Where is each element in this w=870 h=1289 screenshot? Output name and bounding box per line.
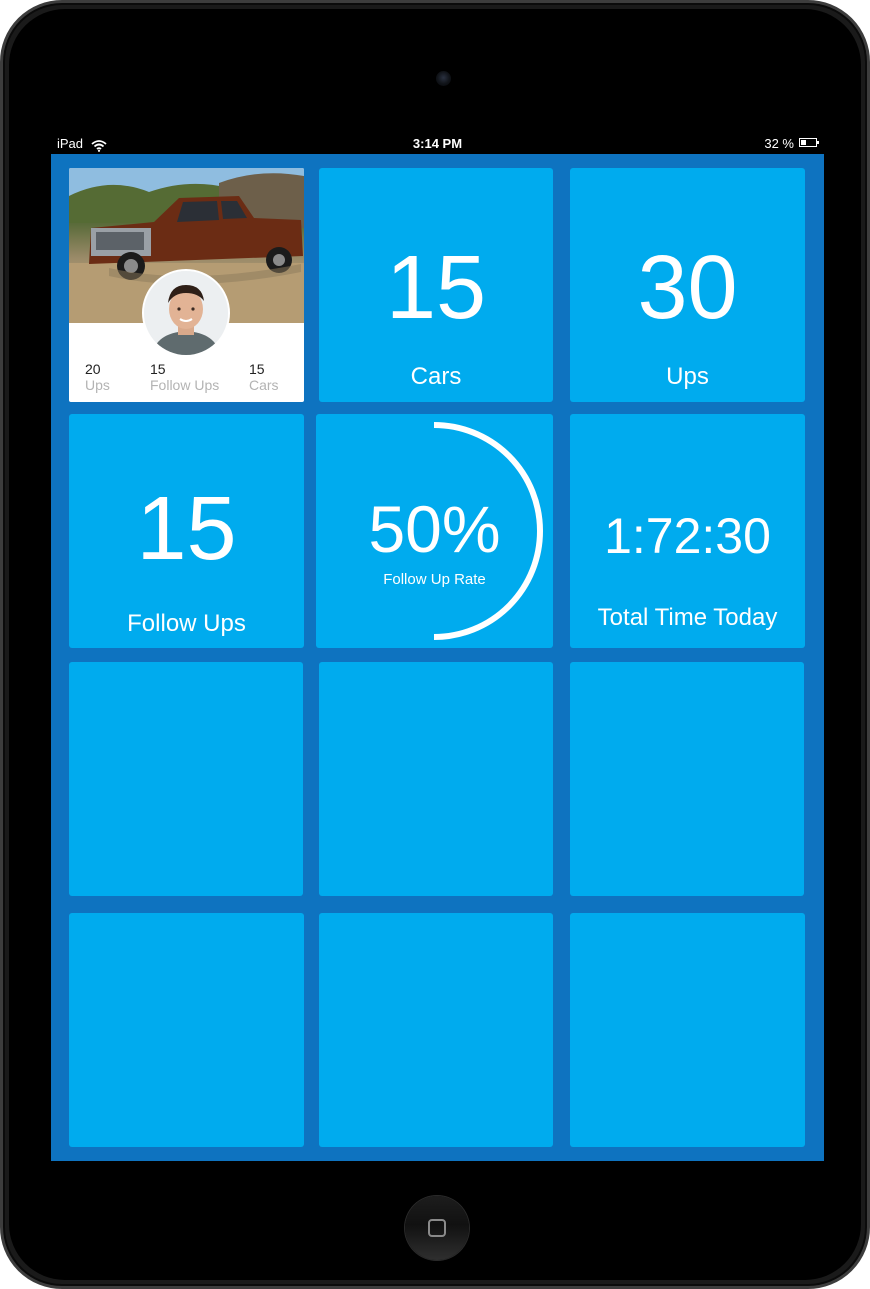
tile-empty[interactable] xyxy=(570,913,805,1147)
stat-value: 20 xyxy=(85,361,101,377)
home-square-icon xyxy=(428,1219,446,1237)
tile-empty[interactable] xyxy=(69,662,303,896)
battery-icon xyxy=(799,138,819,147)
status-bar: iPad 3:14 PM 32 % xyxy=(51,133,824,154)
tile-empty[interactable] xyxy=(319,913,553,1147)
stat-value: 15 xyxy=(249,361,265,377)
battery-percent: 32 % xyxy=(764,136,794,151)
tile-cars[interactable]: 15 Cars xyxy=(319,168,553,402)
total-time-value: 1:72:30 xyxy=(604,508,771,564)
follow-ups-label: Follow Ups xyxy=(127,610,246,637)
tile-total-time[interactable]: 1:72:30 Total Time Today xyxy=(570,414,805,648)
stat-label: Follow Ups xyxy=(150,377,220,393)
stat-label: Cars xyxy=(249,377,279,393)
total-time-label: Total Time Today xyxy=(597,604,778,631)
tile-follow-ups[interactable]: 15 Follow Ups xyxy=(69,414,304,648)
ups-count: 30 xyxy=(637,238,738,338)
ipad-device-frame: iPad 3:14 PM 32 % 20 Ups 15 Follow Ups 1… xyxy=(0,0,870,1289)
tile-empty[interactable] xyxy=(69,913,304,1147)
cars-count: 15 xyxy=(385,238,487,338)
tile-ups[interactable]: 30 Ups xyxy=(570,168,805,402)
profile-stat-ups: 20 Ups xyxy=(85,361,110,393)
profile-stat-cars: 15 Cars xyxy=(249,361,279,393)
status-time: 3:14 PM xyxy=(412,136,463,151)
tile-empty[interactable] xyxy=(319,662,553,896)
tile-empty[interactable] xyxy=(570,662,804,896)
stat-value: 15 xyxy=(150,361,166,377)
front-camera xyxy=(436,71,451,86)
avatar xyxy=(142,269,230,357)
profile-card[interactable]: 20 Ups 15 Follow Ups 15 Cars xyxy=(69,168,304,402)
cars-label: Cars xyxy=(410,363,462,390)
follow-up-rate-label: Follow Up Rate xyxy=(383,571,486,588)
dashboard-screen: iPad 3:14 PM 32 % 20 Ups 15 Follow Ups 1… xyxy=(51,133,824,1161)
stat-label: Ups xyxy=(85,377,110,393)
follow-ups-count: 15 xyxy=(136,479,237,579)
ups-label: Ups xyxy=(666,363,709,390)
profile-stat-follow-ups: 15 Follow Ups xyxy=(150,361,219,393)
tile-follow-up-rate[interactable]: 50% Follow Up Rate xyxy=(316,414,553,648)
home-button[interactable] xyxy=(405,1196,469,1260)
follow-up-rate-percent: 50% xyxy=(368,492,501,566)
